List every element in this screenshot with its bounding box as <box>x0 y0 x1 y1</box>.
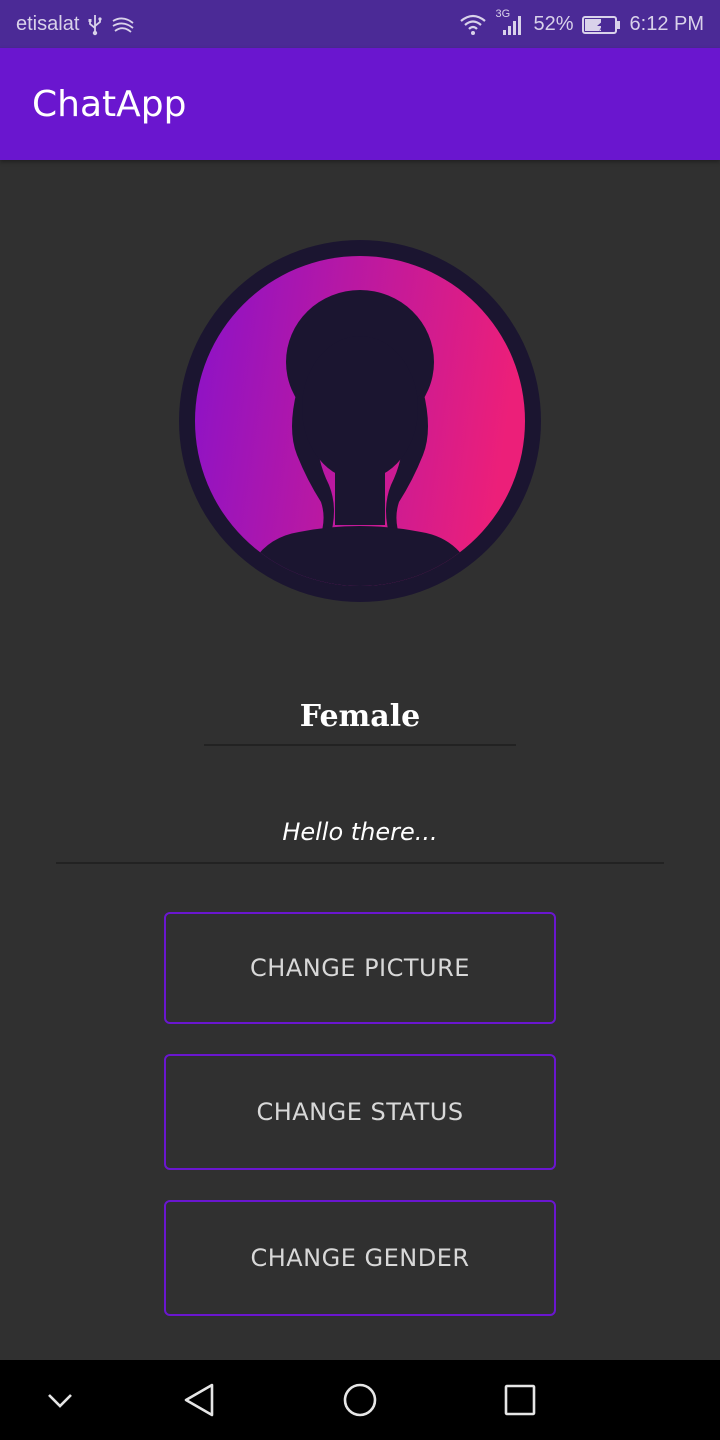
home-icon[interactable] <box>340 1380 380 1420</box>
network-type: 3G <box>495 7 511 20</box>
navigation-bar <box>0 1360 720 1440</box>
signal-icon: 3G <box>495 8 525 36</box>
status-field[interactable]: Hello there... <box>56 808 664 864</box>
change-status-button[interactable]: CHANGE STATUS <box>164 1054 556 1170</box>
name-field[interactable]: Female <box>204 690 516 746</box>
status-bar: etisalat 3G 52% 6:12 PM <box>0 0 720 48</box>
change-gender-button[interactable]: CHANGE GENDER <box>164 1200 556 1316</box>
profile-avatar[interactable] <box>179 240 541 602</box>
swipe-icon <box>111 15 135 35</box>
wifi-icon <box>459 14 487 36</box>
carrier-name: etisalat <box>16 13 80 35</box>
battery-icon <box>581 15 622 35</box>
usb-icon <box>87 14 103 36</box>
status-bar-left: etisalat <box>16 13 135 36</box>
app-title: ChatApp <box>32 84 187 125</box>
app-bar: ChatApp <box>0 48 720 160</box>
change-picture-button[interactable]: CHANGE PICTURE <box>164 912 556 1024</box>
profile-status: Hello there... <box>282 818 438 846</box>
back-icon[interactable] <box>180 1380 220 1420</box>
recents-icon[interactable] <box>500 1380 540 1420</box>
clock: 6:12 PM <box>629 13 704 35</box>
battery-percent: 52% <box>533 13 574 35</box>
chevron-down-icon[interactable] <box>40 1380 80 1420</box>
female-avatar-icon <box>179 240 541 602</box>
profile-name: Female <box>299 699 421 734</box>
status-bar-right: 3G 52% 6:12 PM <box>459 8 704 36</box>
